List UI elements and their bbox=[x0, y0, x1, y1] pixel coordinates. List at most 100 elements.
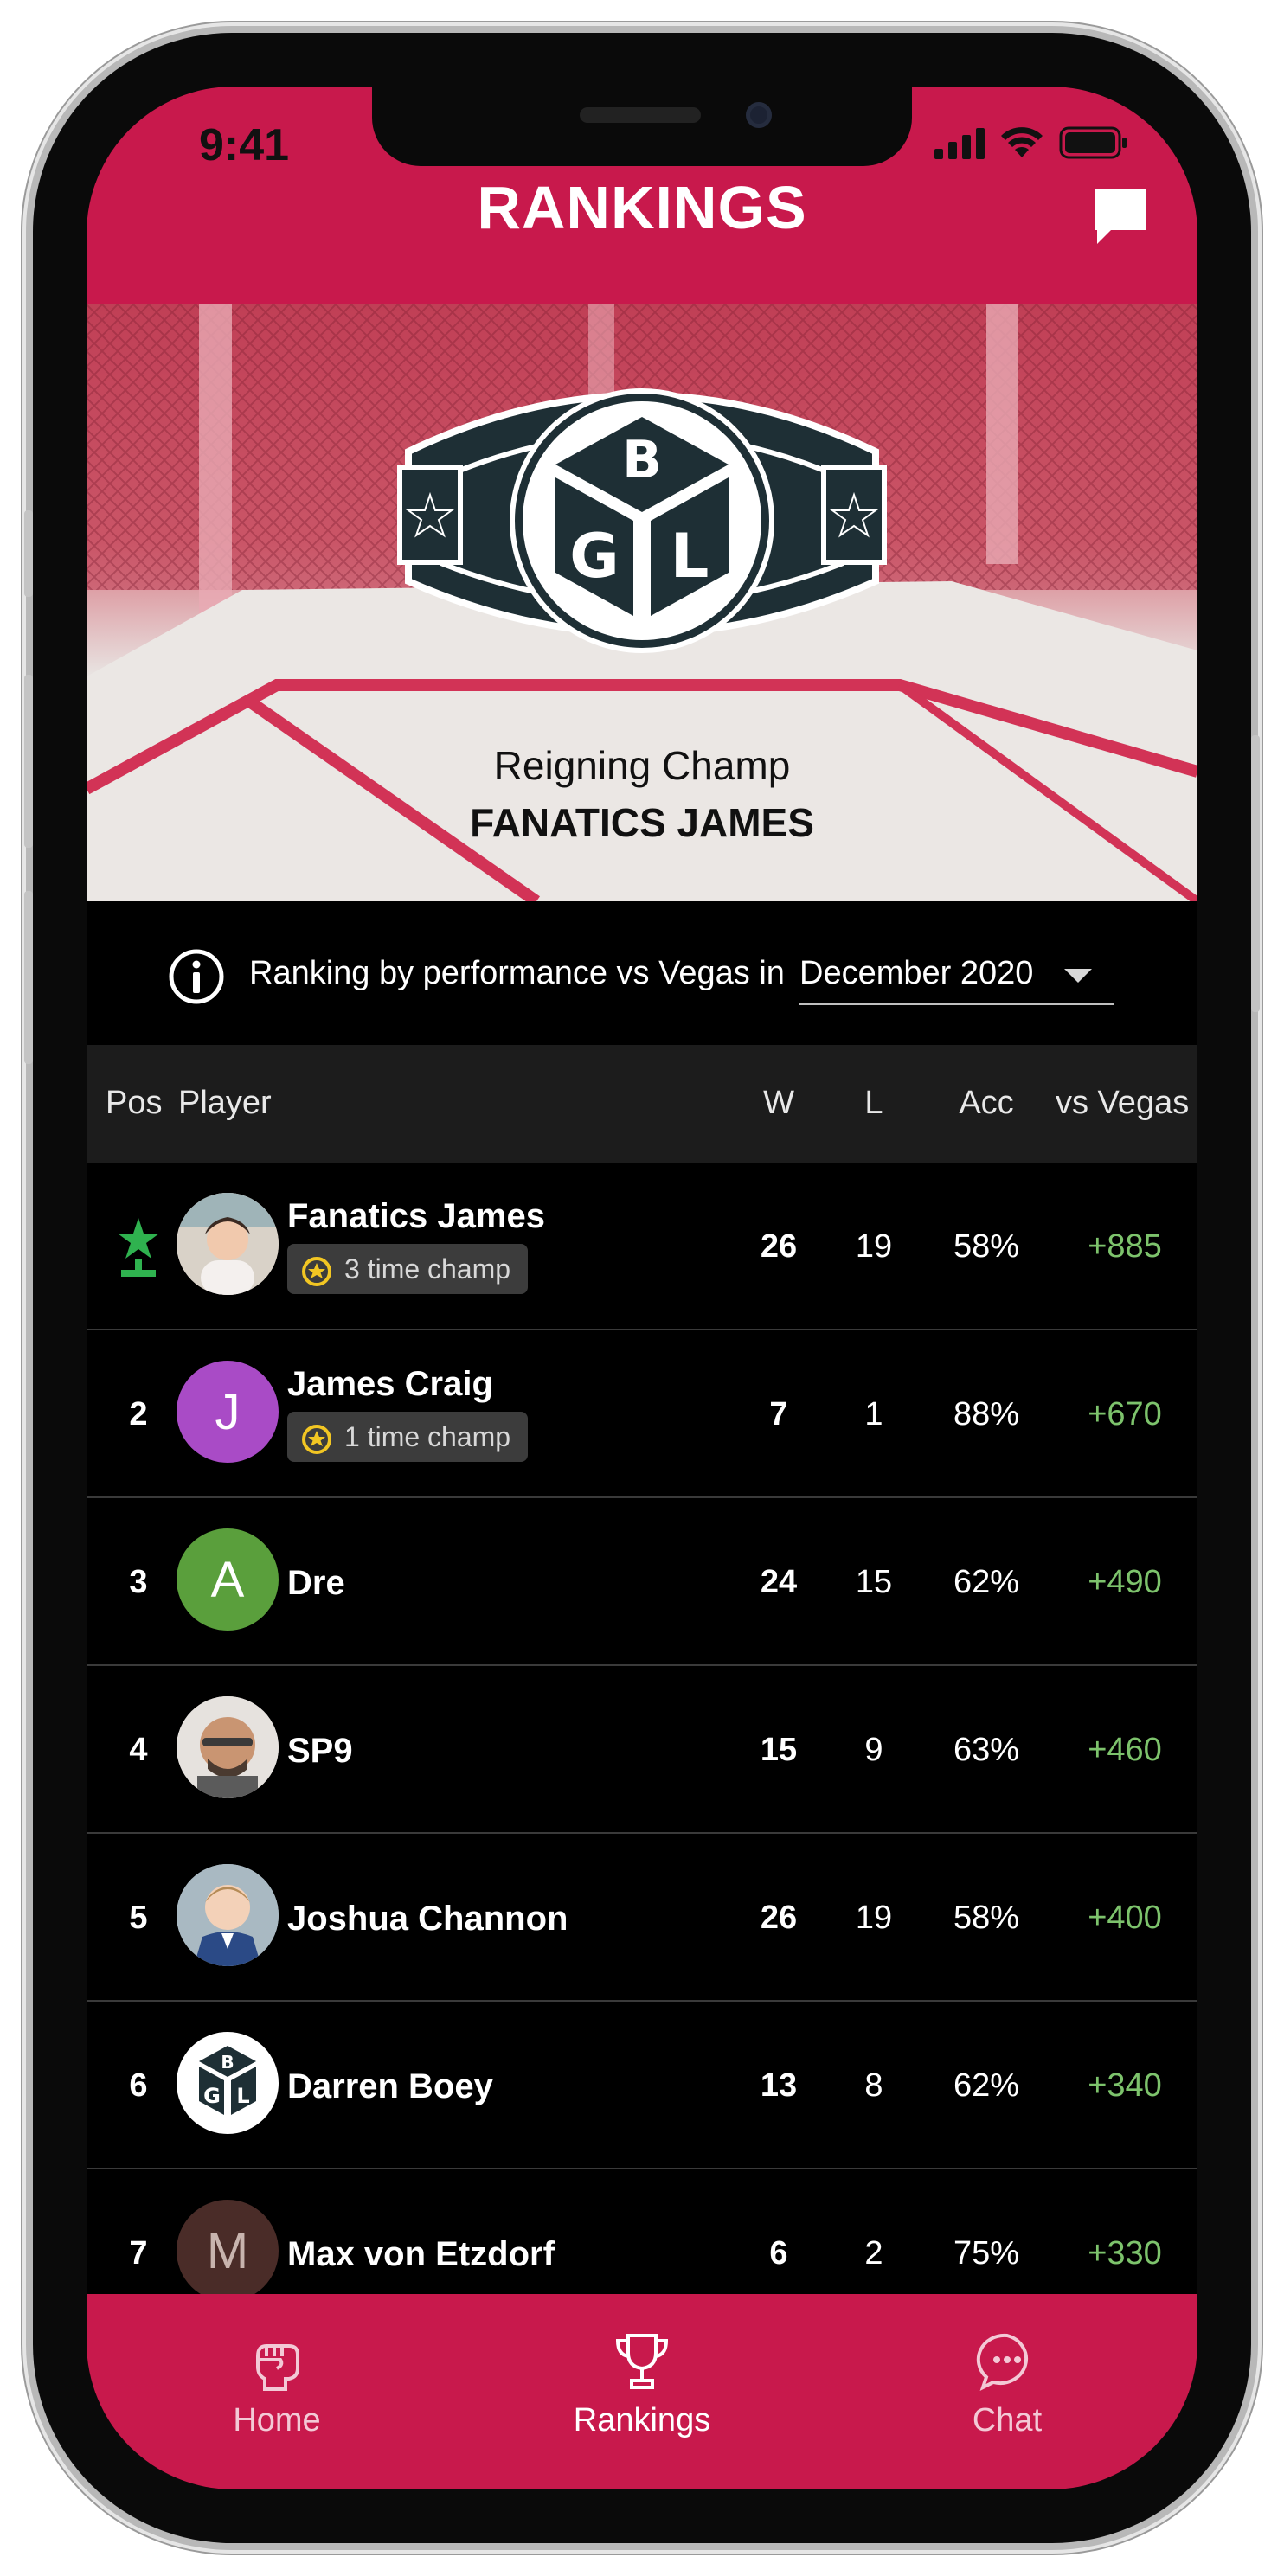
table-row[interactable]: 6 B G L Darren Boey 13 8 62% +340 bbox=[87, 2002, 1197, 2169]
avatar: M bbox=[177, 2200, 279, 2302]
svg-text:G: G bbox=[203, 2084, 221, 2108]
svg-text:L: L bbox=[671, 521, 709, 592]
player-photo bbox=[177, 1193, 279, 1295]
fist-icon bbox=[256, 2344, 299, 2391]
wins: 7 bbox=[769, 1396, 788, 1432]
accuracy: 88% bbox=[953, 1396, 1020, 1432]
wins: 13 bbox=[760, 2067, 798, 2104]
avatar: J bbox=[177, 1361, 279, 1463]
player-name: Dre bbox=[287, 1564, 345, 1602]
medal-icon bbox=[302, 1425, 331, 1454]
losses: 1 bbox=[864, 1396, 883, 1432]
table-header: Pos Player W L Acc vs Vegas bbox=[87, 1045, 1197, 1163]
position: 3 bbox=[129, 1564, 148, 1600]
info-icon bbox=[169, 949, 224, 1004]
player-name: James Craig bbox=[287, 1365, 493, 1403]
accuracy: 63% bbox=[953, 1732, 1020, 1768]
avatar-initial: J bbox=[215, 1383, 241, 1440]
vs-vegas: +490 bbox=[1088, 1564, 1162, 1600]
wins: 26 bbox=[760, 1900, 798, 1936]
col-losses: L bbox=[864, 1085, 883, 1121]
position: 6 bbox=[129, 2067, 148, 2104]
top-bar: 9:41 RANKINGS bbox=[87, 87, 1197, 304]
month-value: December 2020 bbox=[799, 955, 1034, 991]
front-camera bbox=[746, 102, 772, 128]
losses: 9 bbox=[864, 1732, 883, 1768]
battery-icon bbox=[1059, 126, 1127, 159]
filter-label: Ranking by performance vs Vegas in bbox=[249, 955, 785, 991]
wins: 24 bbox=[760, 1564, 798, 1600]
nav-rankings-label: Rankings bbox=[573, 2402, 711, 2438]
nav-chat-label: Chat bbox=[972, 2402, 1043, 2438]
nav-rankings[interactable]: Rankings bbox=[538, 2330, 746, 2439]
signal-icon bbox=[934, 128, 985, 159]
svg-text:B: B bbox=[221, 2052, 234, 2073]
player-name: Max von Etzdorf bbox=[287, 2235, 555, 2273]
svg-text:G: G bbox=[569, 521, 619, 592]
table-row[interactable]: 3 A Dre 24 15 62% +490 bbox=[87, 1498, 1197, 1666]
table-row[interactable]: 2 J James Craig 1 time champ 7 1 88% +67… bbox=[87, 1330, 1197, 1498]
nav-chat[interactable]: Chat bbox=[903, 2330, 1111, 2439]
wifi-icon bbox=[1001, 127, 1043, 157]
vs-vegas: +330 bbox=[1088, 2235, 1162, 2272]
power-button bbox=[1251, 735, 1260, 1012]
svg-text:L: L bbox=[236, 2084, 249, 2108]
championship-belt-logo: B G L bbox=[397, 388, 887, 653]
accuracy: 75% bbox=[953, 2235, 1020, 2272]
player-name: SP9 bbox=[287, 1732, 353, 1770]
losses: 15 bbox=[855, 1564, 893, 1600]
nav-home-label: Home bbox=[233, 2402, 321, 2438]
vs-vegas: +460 bbox=[1088, 1732, 1162, 1768]
silent-switch bbox=[24, 510, 33, 597]
medal-icon bbox=[302, 1257, 331, 1286]
hero-banner: B G L Reigning Champ FANATICS JAMES bbox=[87, 304, 1197, 901]
col-accuracy: Acc bbox=[959, 1085, 1014, 1121]
wins: 15 bbox=[760, 1732, 798, 1768]
champ-badge-label: 3 time champ bbox=[344, 1253, 511, 1285]
avatar-initial: M bbox=[206, 2222, 249, 2279]
position: 7 bbox=[129, 2235, 148, 2272]
month-dropdown[interactable]: December 2020 bbox=[799, 943, 1114, 1005]
accuracy: 58% bbox=[953, 1900, 1020, 1936]
vs-vegas: +400 bbox=[1088, 1900, 1162, 1936]
losses: 2 bbox=[864, 2235, 883, 2272]
player-photo bbox=[177, 1696, 279, 1798]
nav-home[interactable]: Home bbox=[173, 2330, 381, 2439]
col-player: Player bbox=[178, 1085, 272, 1121]
col-pos: Pos bbox=[106, 1085, 163, 1121]
wins: 26 bbox=[760, 1228, 798, 1265]
losses: 8 bbox=[864, 2067, 883, 2104]
svg-text:B: B bbox=[622, 430, 662, 490]
table-row[interactable]: Fanatics James 3 time champ 26 19 58% +8… bbox=[87, 1163, 1197, 1330]
status-icons bbox=[934, 126, 1128, 159]
champ-badge: 1 time champ bbox=[287, 1412, 529, 1462]
accuracy: 62% bbox=[953, 1564, 1020, 1600]
speaker bbox=[580, 107, 701, 123]
avatar bbox=[177, 1864, 279, 1966]
avatar bbox=[177, 1193, 279, 1295]
reigning-champ-label: Reigning Champ bbox=[493, 743, 791, 788]
table-row[interactable]: 5 Joshua Channon 26 19 58% +400 bbox=[87, 1834, 1197, 2002]
table-row[interactable]: 4 SP9 15 9 63% +460 bbox=[87, 1666, 1197, 1834]
chat-bubble-icon bbox=[1095, 189, 1146, 244]
champion-name: FANATICS JAMES bbox=[470, 800, 814, 845]
info-button[interactable] bbox=[168, 948, 225, 1009]
champ-badge-label: 1 time champ bbox=[344, 1421, 511, 1452]
accuracy: 58% bbox=[953, 1228, 1020, 1265]
col-vs-vegas: vs Vegas bbox=[1056, 1085, 1190, 1121]
position: 2 bbox=[129, 1396, 148, 1432]
vs-vegas: +885 bbox=[1088, 1228, 1162, 1265]
trophy-icon bbox=[615, 2334, 669, 2389]
losses: 19 bbox=[855, 1900, 893, 1936]
player-photo bbox=[177, 1864, 279, 1966]
page-title: RANKINGS bbox=[477, 174, 807, 241]
notch bbox=[372, 87, 912, 166]
champ-badge: 3 time champ bbox=[287, 1244, 529, 1294]
accuracy: 62% bbox=[953, 2067, 1020, 2104]
player-name: Joshua Channon bbox=[287, 1900, 568, 1938]
status-time: 9:41 bbox=[199, 120, 290, 170]
filter-bar: Ranking by performance vs Vegas in Decem… bbox=[87, 901, 1197, 1045]
losses: 19 bbox=[855, 1228, 893, 1265]
vs-vegas: +670 bbox=[1088, 1396, 1162, 1432]
chat-button[interactable] bbox=[1092, 185, 1149, 250]
